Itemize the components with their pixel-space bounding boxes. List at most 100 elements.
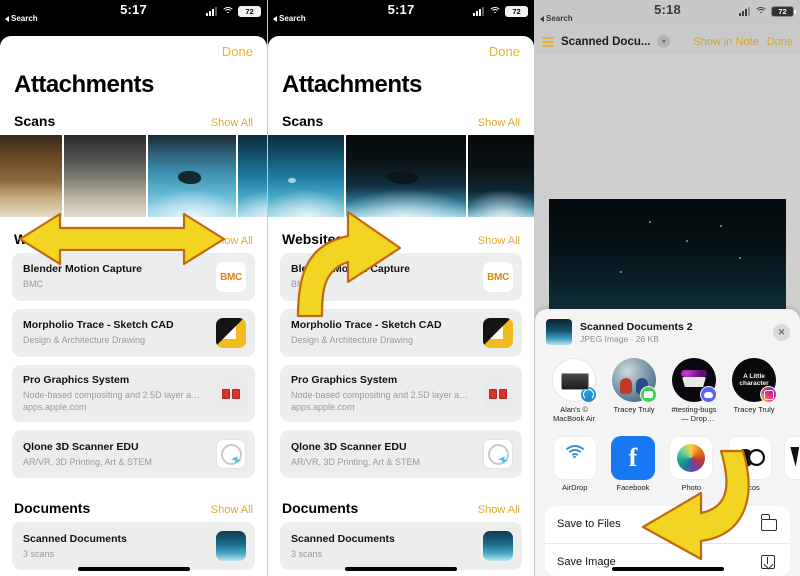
list-item[interactable]: Blender Motion Capture BMC BMC [12, 253, 255, 301]
show-all-documents[interactable]: Show All [211, 504, 253, 516]
note-toolbar: Scanned Docu... ▾ Show in Note Done [535, 29, 800, 54]
attachment-preview-image[interactable] [549, 199, 786, 319]
focos-icon [727, 435, 772, 480]
scan-thumbnail[interactable] [148, 135, 236, 217]
sheet-backdrop: Done Attachments Scans Show All Websites… [0, 29, 267, 576]
scan-thumbnail[interactable] [468, 135, 534, 217]
section-header-documents: Documents Show All [268, 486, 534, 522]
item-title: Blender Motion Capture [23, 263, 143, 276]
scan-glow [468, 189, 534, 217]
share-file-header: Scanned Documents 2 JPEG Image · 26 KB ✕ [535, 309, 800, 354]
contact-item[interactable]: #testing-bugs — Drop Dead… [669, 358, 719, 424]
list-item[interactable]: Scanned Documents 3 scans [12, 522, 255, 571]
action-save-to-files[interactable]: Save to Files [545, 506, 790, 544]
app-label: AirDrop [561, 482, 588, 492]
list-item[interactable]: Morpholio Trace - Sketch CAD Design & Ar… [12, 309, 255, 357]
avatar [672, 358, 717, 403]
list-item[interactable]: Pro Graphics System Node-based compositi… [280, 365, 522, 423]
show-all-websites[interactable]: Show All [211, 235, 253, 247]
list-item[interactable]: Qlone 3D Scanner EDU AR/VR, 3D Printing,… [280, 430, 522, 479]
scan-glow [268, 189, 344, 217]
home-indicator [611, 567, 724, 571]
status-back-link[interactable]: Search [5, 14, 38, 23]
share-app-partial[interactable] [784, 435, 800, 492]
action-label: Save Image [557, 556, 616, 569]
item-title: Scanned Documents [23, 532, 127, 545]
done-button[interactable]: Done [489, 44, 520, 59]
cellular-icon [206, 7, 217, 16]
done-button[interactable]: Done [767, 36, 793, 48]
scans-strip[interactable] [0, 135, 267, 217]
show-in-note-button[interactable]: Show in Note [693, 36, 758, 48]
show-all-scans[interactable]: Show All [478, 117, 520, 129]
scan-thumbnail[interactable] [64, 135, 146, 217]
partial-app-icon [784, 435, 800, 480]
status-indicators: 72 [473, 6, 530, 17]
contact-item[interactable]: Alan's © MacBook Air [549, 358, 599, 424]
facebook-icon: f [610, 435, 655, 480]
scan-thumbnail[interactable] [346, 135, 466, 217]
section-title-scans: Scans [282, 113, 324, 129]
contact-item[interactable]: Tracey Truly [729, 358, 779, 424]
bmc-icon: BMC [216, 262, 246, 292]
section-title-documents: Documents [14, 500, 91, 517]
list-item[interactable]: Qlone 3D Scanner EDU AR/VR, 3D Printing,… [12, 430, 255, 479]
action-label: Save to Files [557, 518, 621, 531]
section-header-websites: Websites Show All [268, 217, 534, 253]
item-title: Pro Graphics System [23, 374, 130, 386]
contact-item[interactable]: Tracey Truly [609, 358, 659, 424]
airdrop-badge [580, 386, 597, 403]
sheet-backdrop: Done Attachments Scans Show All Websites… [268, 29, 534, 576]
show-all-scans[interactable]: Show All [211, 117, 253, 129]
scans-strip[interactable] [268, 135, 534, 217]
section-header-scans: Scans Show All [268, 99, 534, 135]
bmc-icon-text: BMC [487, 271, 509, 283]
done-button[interactable]: Done [222, 44, 253, 59]
show-all-documents[interactable]: Show All [478, 504, 520, 516]
list-icon[interactable] [542, 36, 554, 47]
list-item[interactable]: Blender Motion Capture BMC BMC [280, 253, 522, 301]
battery-level: 72 [512, 7, 521, 16]
item-subtitle: BMC [23, 279, 43, 290]
qlone-icon [483, 439, 513, 470]
share-app-facebook[interactable]: f Facebook [609, 435, 656, 492]
scanned-doc-thumbnail [483, 531, 513, 562]
close-icon[interactable]: ✕ [773, 323, 790, 341]
wifi-icon [221, 6, 234, 17]
status-back-link[interactable]: Search [540, 14, 573, 23]
contact-label: #testing-bugs — Drop Dead… [671, 405, 717, 424]
attachments-sheet: Done Attachments Scans Show All Websites… [268, 36, 534, 576]
scan-thumbnail[interactable] [268, 135, 344, 217]
download-icon [761, 554, 778, 570]
photos-icon [669, 435, 714, 480]
show-all-websites[interactable]: Show All [478, 235, 520, 247]
chevron-down-icon[interactable]: ▾ [657, 35, 671, 48]
item-subtitle: AR/VR, 3D Printing, Art & STEM [23, 456, 153, 467]
list-item[interactable]: Pro Graphics System Node-based compositi… [12, 365, 255, 423]
cellular-icon [739, 7, 750, 16]
discord-badge [700, 386, 717, 403]
status-back-label: Search [546, 14, 573, 23]
share-apps-row: AirDrop f Facebook Photo Focos [535, 430, 800, 498]
scan-thumbnail[interactable] [238, 135, 267, 217]
list-item[interactable]: Morpholio Trace - Sketch CAD Design & Ar… [280, 309, 522, 357]
share-app-airdrop[interactable]: AirDrop [551, 435, 598, 492]
note-title: Scanned Docu... [561, 35, 651, 48]
share-app-photos[interactable]: Photo [668, 435, 715, 492]
share-app-focos[interactable]: Focos [726, 435, 773, 492]
battery-icon: 72 [238, 6, 263, 17]
list-item[interactable]: Scanned Documents 3 scans [280, 522, 522, 571]
file-thumbnail [546, 319, 572, 345]
app-label: Facebook [616, 482, 650, 492]
wifi-icon [754, 6, 767, 17]
item-subtitle: 3 scans [23, 548, 55, 559]
scan-thumbnail[interactable] [0, 135, 62, 217]
panel-attachments-1: Search 5:17 72 Done Attachments Scans Sh… [0, 0, 267, 576]
status-back-link[interactable]: Search [273, 14, 306, 23]
section-header-documents: Documents Show All [0, 486, 267, 522]
section-title-documents: Documents [282, 500, 359, 517]
messages-badge [640, 386, 657, 403]
morpholio-icon [483, 318, 513, 348]
action-save-image[interactable]: Save Image [545, 544, 790, 576]
attachments-sheet: Done Attachments Scans Show All Websites… [0, 36, 267, 576]
